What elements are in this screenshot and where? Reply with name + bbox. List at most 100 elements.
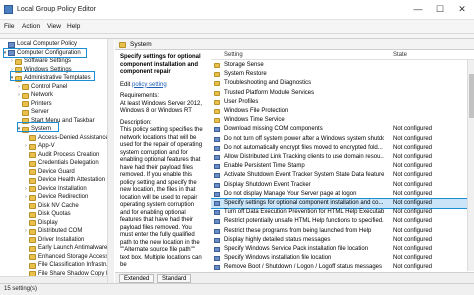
setting-row[interactable]: User Profiles	[211, 98, 467, 107]
folder-icon	[29, 160, 36, 167]
setting-row[interactable]: Do not display Manage Your Server page a…	[211, 190, 467, 199]
setting-row[interactable]: Storage Sense	[211, 61, 467, 70]
setting-state: Not configured	[393, 135, 433, 142]
highlight-system	[17, 122, 59, 132]
folder-icon	[29, 194, 36, 201]
description-label: Description:	[120, 119, 152, 126]
folder-icon	[29, 169, 36, 175]
folder-icon	[29, 143, 36, 150]
setting-row[interactable]: Display highly detailed status messages N…	[211, 236, 467, 245]
setting-icon	[214, 145, 220, 151]
setting-row[interactable]: Windows Time Service	[211, 116, 467, 125]
highlight-administrative-templates	[10, 71, 95, 81]
setting-name: User Profiles	[224, 98, 259, 105]
list-vertical-scrollbar[interactable]	[467, 60, 474, 271]
edit-policy-link[interactable]: policy setting	[132, 82, 167, 88]
setting-name: Download missing COM components	[224, 126, 323, 133]
setting-state: Not configured	[393, 264, 433, 271]
setting-name: Storage Sense	[224, 62, 264, 68]
setting-row[interactable]: Restrict these programs from being launc…	[211, 227, 467, 236]
pane-header: System	[115, 39, 474, 50]
menu-help[interactable]: Help	[67, 23, 80, 30]
setting-row-selected[interactable]: Specify settings for optional component …	[211, 197, 468, 210]
setting-row[interactable]: Allow Distributed Link Tracking clients …	[211, 153, 467, 162]
folder-icon	[22, 92, 29, 99]
tab-standard[interactable]: Standard	[157, 274, 192, 283]
setting-name: Remove Boot / Shutdown / Logon / Logoff …	[224, 264, 382, 271]
setting-state: Not configured	[393, 190, 433, 197]
view-tabs: Extended Standard	[115, 272, 474, 283]
setting-icon	[214, 237, 220, 243]
setting-icon	[214, 247, 220, 252]
setting-state: Not configured	[393, 172, 433, 179]
menu-view[interactable]: View	[47, 23, 61, 30]
setting-row[interactable]: Specify Windows installation file locati…	[211, 254, 467, 263]
folder-icon	[29, 211, 36, 218]
setting-name: Display highly detailed status messages	[224, 236, 331, 243]
setting-name: Allow Distributed Link Tracking clients …	[224, 154, 384, 160]
setting-row[interactable]: Remove Boot / Shutdown / Logon / Logoff …	[211, 263, 467, 271]
setting-name: Windows Time Service	[224, 117, 285, 124]
setting-icon	[214, 182, 220, 188]
setting-title: Specify settings for optional component …	[120, 54, 201, 75]
setting-row[interactable]: Do not turn off system power after a Win…	[211, 135, 467, 144]
setting-state: Not configured	[393, 218, 433, 225]
setting-name: Do not display Manage Your Server page a…	[224, 190, 357, 197]
setting-icon	[214, 219, 220, 225]
column-state[interactable]: State	[393, 52, 407, 58]
requirements-label: Requirements:	[120, 93, 160, 99]
setting-row[interactable]: Troubleshooting and Diagnostics	[211, 79, 467, 88]
menu-bar: File Action View Help	[0, 20, 474, 34]
folder-icon	[22, 101, 29, 107]
setting-icon	[214, 155, 220, 160]
setting-name: Troubleshooting and Diagnostics	[224, 80, 312, 87]
pane-header-title: System	[130, 41, 152, 48]
folder-icon	[29, 220, 36, 226]
setting-name: Restrict these programs from being launc…	[224, 227, 372, 234]
folder-icon	[214, 81, 220, 87]
setting-state: Not configured	[393, 163, 433, 170]
edit-prefix: Edit	[120, 81, 133, 88]
setting-icon	[214, 164, 220, 170]
menu-file[interactable]: File	[4, 23, 14, 30]
setting-name: Activate Shutdown Event Tracker System S…	[224, 172, 384, 179]
folder-icon	[22, 84, 29, 90]
tab-extended[interactable]: Extended	[119, 274, 155, 283]
menu-action[interactable]: Action	[22, 23, 40, 30]
setting-row[interactable]: System Restore	[211, 70, 467, 79]
setting-name: Specify Windows Service Pack installatio…	[224, 246, 369, 252]
folder-icon	[29, 262, 36, 269]
folder-icon	[29, 237, 36, 243]
setting-row[interactable]: Display Shutdown Event Tracker Not config…	[211, 181, 467, 190]
setting-row[interactable]: Windows File Protection	[211, 107, 467, 116]
setting-icon	[214, 191, 220, 197]
app-icon	[4, 5, 13, 14]
setting-name: Display Shutdown Event Tracker	[224, 181, 311, 188]
column-setting[interactable]: Setting	[224, 52, 243, 58]
setting-icon	[214, 210, 220, 216]
folder-icon	[29, 135, 36, 141]
window-title: Local Group Policy Editor	[17, 6, 96, 13]
setting-row[interactable]: Specify Windows Service Pack installatio…	[211, 245, 467, 254]
close-button[interactable]: ✕	[448, 0, 474, 19]
setting-state: Not configured	[393, 144, 433, 151]
setting-state: Not configured	[393, 126, 433, 133]
folder-icon	[214, 63, 220, 68]
setting-row[interactable]: Restrict potentially unsafe HTML Help fu…	[211, 217, 467, 226]
setting-row[interactable]: Turn off Data Execution Prevention for H…	[211, 208, 467, 217]
setting-name: Do not turn off system power after a Win…	[224, 135, 384, 142]
right-pane: System Specify settings for optional com…	[115, 39, 474, 283]
folder-icon	[29, 254, 36, 260]
setting-row[interactable]: Trusted Platform Module Services	[211, 89, 467, 98]
setting-row[interactable]: Enable Persistent Time Stamp Not configur…	[211, 162, 467, 171]
setting-row[interactable]: Activate Shutdown Event Tracker System S…	[211, 171, 467, 180]
tree-vertical-scrollbar[interactable]	[107, 39, 114, 283]
folder-icon	[214, 72, 220, 78]
folder-icon	[214, 109, 220, 114]
scrollbar-thumb[interactable]	[469, 74, 474, 118]
setting-row[interactable]: Download missing COM components Not confi…	[211, 125, 467, 134]
setting-row[interactable]: Do not automatically encrypt files moved…	[211, 144, 467, 153]
folder-icon	[29, 152, 36, 158]
tree-horizontal-scrollbar[interactable]	[0, 276, 107, 283]
folder-icon	[29, 186, 36, 192]
